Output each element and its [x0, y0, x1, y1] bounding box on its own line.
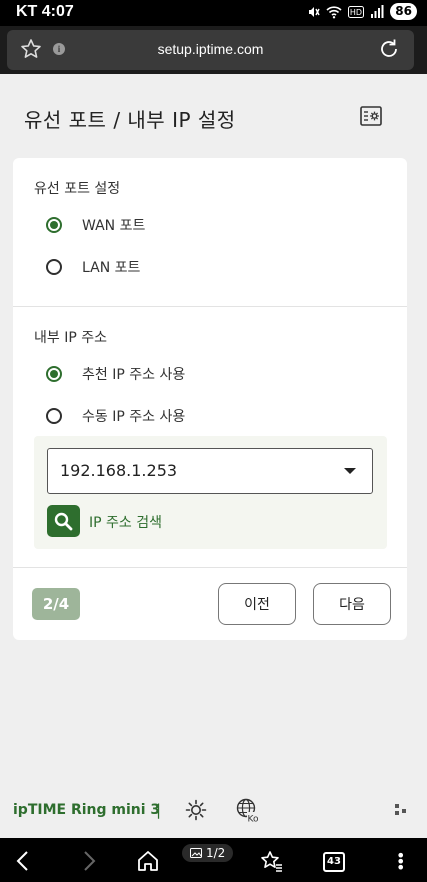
step-indicator: 2/4	[32, 588, 80, 620]
more-menu-icon[interactable]: • • •	[396, 848, 405, 876]
divider	[13, 306, 407, 307]
ip-select-panel: 192.168.1.253 IP 주소 검색	[34, 436, 387, 549]
ip-search-button[interactable]	[47, 505, 80, 537]
divider	[13, 567, 407, 568]
next-button[interactable]: 다음	[313, 583, 391, 625]
radio-label: WAN 포트	[82, 218, 146, 234]
grid-dots-icon[interactable]	[395, 804, 407, 816]
bookmarks-icon[interactable]	[260, 850, 284, 872]
wired-port-section-title: 유선 포트 설정	[34, 181, 121, 197]
footer-separator: |	[156, 801, 162, 819]
radio-label: LAN 포트	[82, 260, 141, 276]
settings-panel-icon[interactable]	[359, 104, 383, 128]
radio-button[interactable]	[46, 408, 62, 424]
forward-icon[interactable]	[78, 850, 98, 872]
reload-icon[interactable]	[378, 38, 400, 60]
browser-toolbar: i setup.iptime.com	[0, 26, 427, 74]
browser-bottom-nav: 1/2 43 • • •	[0, 838, 427, 882]
radio-manual-ip[interactable]: 수동 IP 주소 사용	[46, 406, 185, 426]
battery-level: 86	[390, 3, 417, 20]
mute-icon	[309, 6, 320, 17]
svg-text:Ko: Ko	[248, 815, 259, 825]
wifi-icon	[326, 5, 342, 18]
carrier-time: KT 4:07	[16, 3, 74, 20]
url-text[interactable]: setup.iptime.com	[7, 41, 414, 57]
prev-button[interactable]: 이전	[218, 583, 296, 625]
search-icon	[54, 512, 73, 531]
radio-lan-port[interactable]: LAN 포트	[46, 257, 140, 277]
brightness-icon[interactable]	[185, 799, 207, 821]
radio-button-selected[interactable]	[46, 366, 62, 382]
radio-button-selected[interactable]	[46, 217, 62, 233]
svg-text:HD: HD	[350, 8, 362, 17]
settings-card: 유선 포트 설정 WAN 포트 LAN 포트 내부 IP 주소 추천 IP 주소…	[13, 158, 407, 640]
tabs-count[interactable]: 43	[323, 852, 345, 872]
ip-address-select[interactable]: 192.168.1.253	[47, 448, 373, 494]
address-bar[interactable]: i setup.iptime.com	[7, 30, 414, 70]
home-icon[interactable]	[137, 850, 159, 872]
radio-recommended-ip[interactable]: 추천 IP 주소 사용	[46, 364, 185, 384]
radio-label: 수동 IP 주소 사용	[82, 409, 186, 425]
product-name: ipTIME Ring mini 3	[13, 802, 161, 818]
chevron-down-icon[interactable]	[344, 468, 356, 474]
page-title: 유선 포트 / 내부 IP 설정	[24, 108, 236, 132]
page-indicator[interactable]: 1/2	[182, 844, 234, 862]
status-bar: KT 4:07 HD 86	[0, 0, 427, 26]
radio-wan-port[interactable]: WAN 포트	[46, 215, 145, 235]
internal-ip-section-title: 내부 IP 주소	[34, 330, 107, 346]
language-icon[interactable]: Ko	[236, 798, 260, 824]
ip-search-label[interactable]: IP 주소 검색	[89, 512, 162, 532]
radio-label: 추천 IP 주소 사용	[82, 367, 186, 383]
page-indicator-text: 1/2	[206, 846, 226, 860]
back-icon[interactable]	[14, 850, 34, 872]
radio-button[interactable]	[46, 259, 62, 275]
image-icon	[190, 848, 202, 858]
hd-icon: HD	[348, 5, 365, 18]
status-icons: HD 86	[306, 3, 417, 20]
signal-icon	[371, 4, 384, 18]
ip-address-value: 192.168.1.253	[60, 461, 178, 480]
